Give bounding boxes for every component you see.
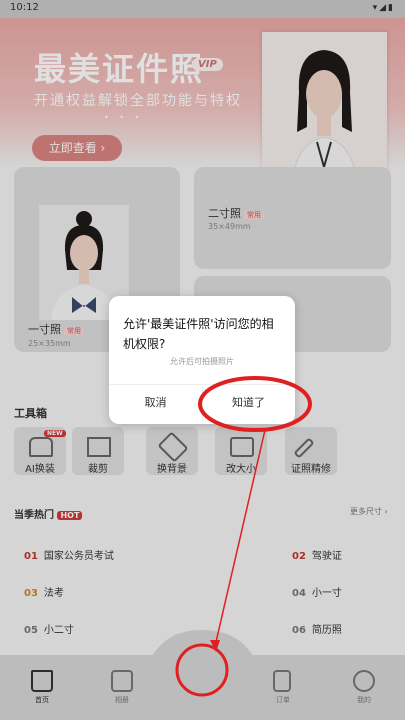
annotation-arrow-line xyxy=(215,429,266,643)
highlight-ellipse xyxy=(198,376,312,432)
highlight-circle xyxy=(175,643,229,697)
red-annotation-overlay xyxy=(175,376,312,697)
